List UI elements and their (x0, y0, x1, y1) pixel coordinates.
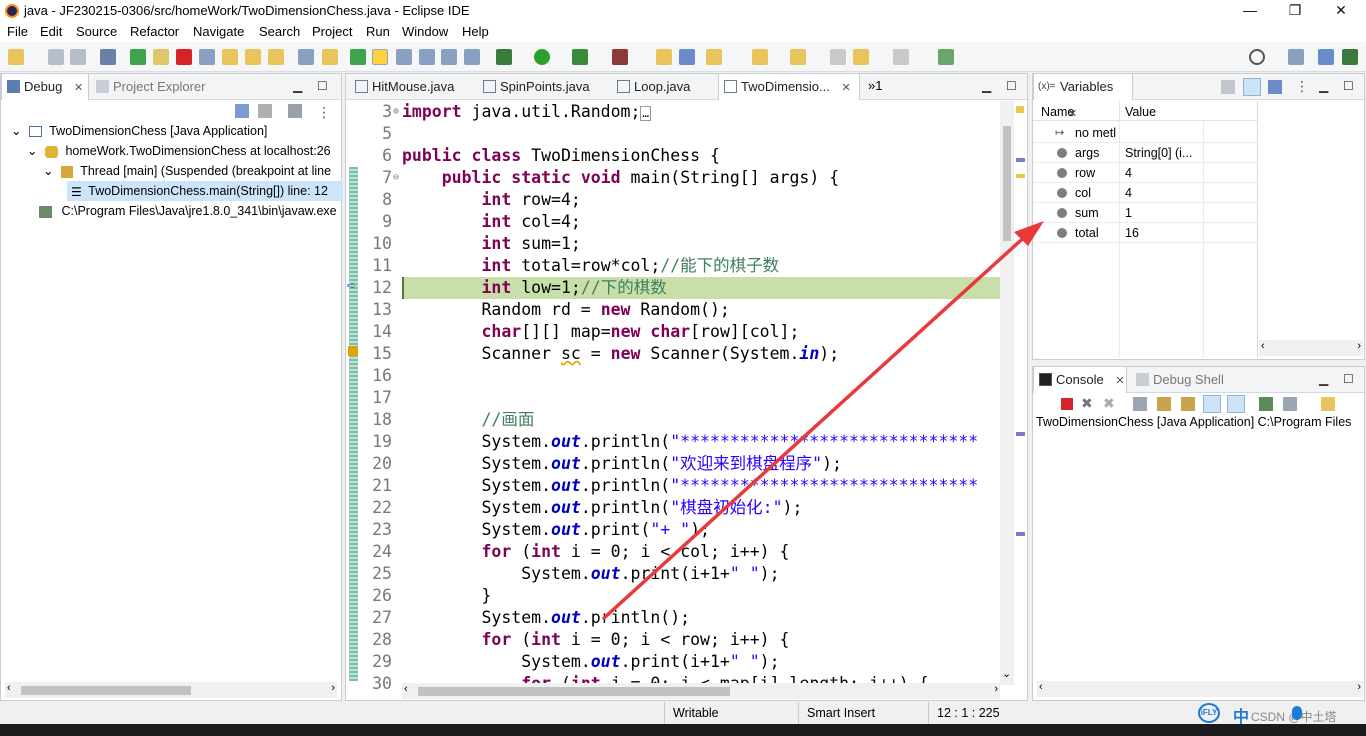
status-cursor-position: 12 : 1 : 225 (928, 702, 1026, 724)
status-insert-mode[interactable]: Smart Insert (798, 702, 928, 724)
microphone-icon[interactable] (1292, 706, 1302, 720)
ime-logo-icon[interactable]: iFLY (1198, 703, 1220, 723)
status-bar: Writable Smart Insert 12 : 1 : 225 iFLY … (0, 702, 1366, 726)
arrow-line (602, 230, 1032, 620)
annotation-arrow (602, 221, 1044, 620)
status-writable: Writable (664, 702, 796, 724)
taskbar (0, 724, 1366, 736)
